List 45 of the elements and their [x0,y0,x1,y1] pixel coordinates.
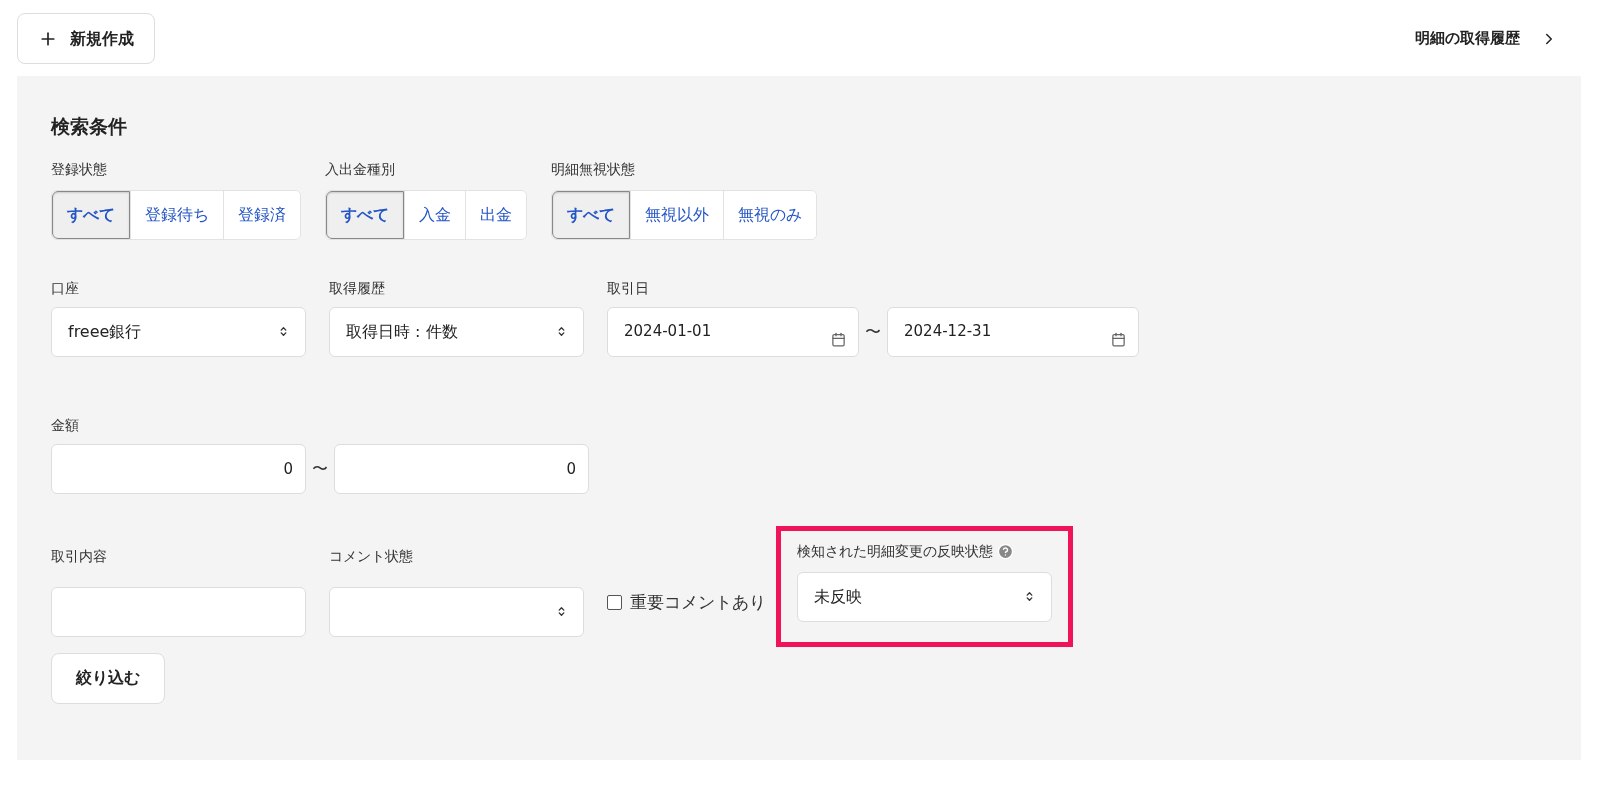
dropdown-icon [556,606,567,617]
date-value: 2024-01-01 [624,321,712,343]
field-label: 口座 [51,278,80,298]
dropdown-icon [278,326,289,337]
field-label: 入出金種別 [325,159,396,179]
checkbox-label[interactable]: 重要コメントあり [630,589,766,615]
segment-tab[interactable]: すべて [552,190,630,239]
dropdown-icon [556,326,567,337]
select-field[interactable]: 未反映 [797,571,1052,622]
select-field[interactable]: 取得日時 : 件数 [329,306,584,357]
help-icon[interactable] [997,542,1014,560]
field-label: 金額 [51,415,80,435]
checkbox[interactable] [607,594,622,610]
segment-tab[interactable]: 登録済 [223,190,300,239]
calendar-icon [1111,332,1126,347]
range-separator: 〜 [865,320,881,343]
amount-field[interactable]: 0 [51,443,306,494]
select-value: freee銀行 [68,320,142,343]
text-field[interactable] [51,586,306,637]
select-field[interactable]: freee銀行 [51,306,306,357]
date-field[interactable]: 2024-12-31 [887,306,1139,357]
field-label: 明細無視状態 [551,159,636,179]
field-label: 取引内容 [51,546,108,566]
segment-tab[interactable]: 無視のみ [723,190,816,239]
segment-tab[interactable]: 出金 [465,190,526,239]
segment-tab[interactable]: すべて [326,190,404,239]
field-label: 登録状態 [51,159,108,179]
panel-title: 検索条件 [51,114,128,139]
amount-field[interactable]: 0 [334,443,589,494]
select-value: 取得日時 : 件数 [346,320,458,343]
date-value: 2024-12-31 [904,321,992,343]
calendar-icon [831,332,846,347]
select-field[interactable] [329,586,584,637]
date-field[interactable]: 2024-01-01 [607,306,859,357]
new-button[interactable]: 新規作成 [17,13,155,64]
field-label: 検知された明細変更の反映状態 [797,541,993,561]
field-label: 取引日 [607,278,650,298]
range-separator: 〜 [312,457,328,480]
field-label: コメント状態 [329,546,414,566]
dropdown-icon [1024,591,1035,602]
filter-button[interactable]: 絞り込む [51,652,165,704]
segment-tab[interactable]: すべて [52,190,130,239]
history-link[interactable]: 明細の取得履歴 [1415,27,1558,50]
field-label: 取得履歴 [329,278,386,298]
select-value: 未反映 [814,585,862,608]
